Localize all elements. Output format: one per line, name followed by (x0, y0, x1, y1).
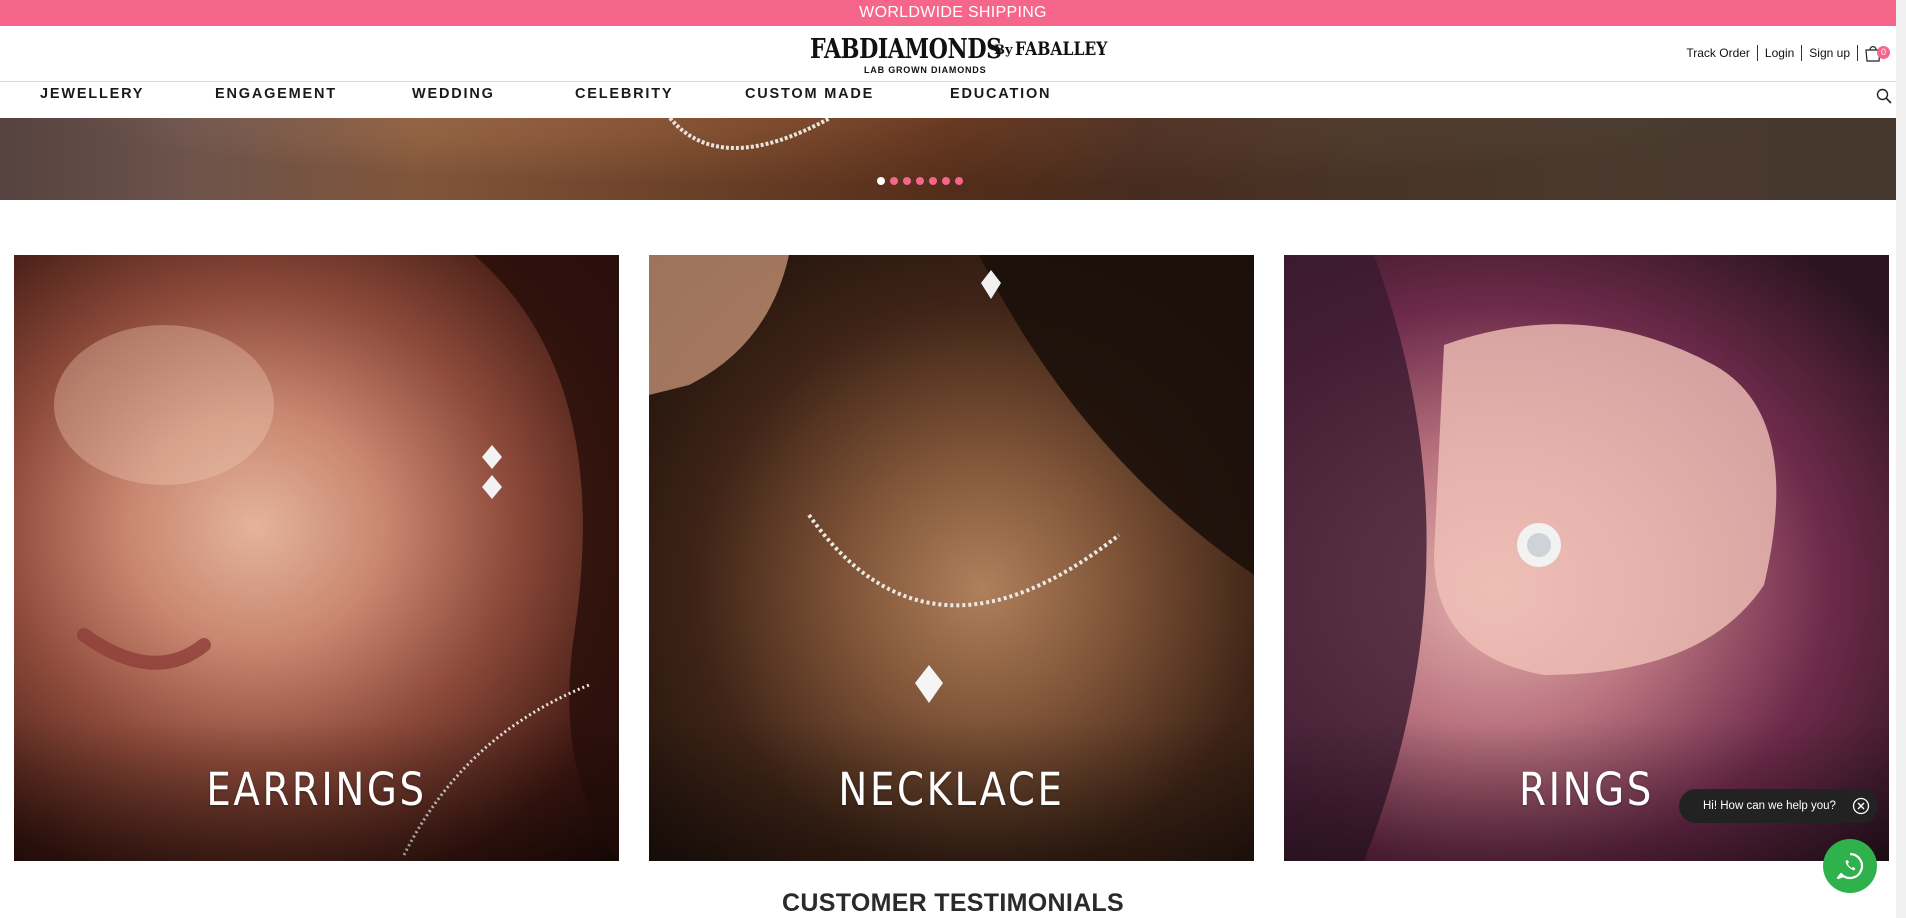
testimonials-heading: CUSTOMER TESTIMONIALS (782, 889, 1124, 917)
nav-item-custom-made[interactable]: CUSTOM MADE (745, 82, 874, 118)
carousel-dot[interactable] (929, 177, 937, 185)
brand-logo[interactable]: FABDIAMONDS By FABALLEY LAB GROWN DIAMON… (810, 34, 1107, 75)
track-order-link[interactable]: Track Order (1679, 46, 1757, 60)
nav-item-engagement[interactable]: ENGAGEMENT (215, 82, 337, 118)
login-link[interactable]: Login (1758, 46, 1801, 60)
close-icon[interactable] (1852, 797, 1870, 815)
nav-item-celebrity[interactable]: CELEBRITY (575, 82, 673, 118)
cart-count-badge: 0 (1877, 46, 1890, 59)
category-tile-earrings[interactable]: EARRINGS (14, 255, 619, 861)
carousel-dot[interactable] (903, 177, 911, 185)
category-tiles: EARRINGS NECKLACE RINGS (0, 255, 1906, 861)
carousel-dot[interactable] (916, 177, 924, 185)
carousel-dot[interactable] (942, 177, 950, 185)
carousel-dot[interactable] (955, 177, 963, 185)
promo-bar: WORLDWIDE SHIPPING (0, 0, 1906, 26)
category-tile-rings[interactable]: RINGS (1284, 255, 1889, 861)
chat-prompt-bubble[interactable]: Hi! How can we help you? (1679, 789, 1878, 823)
nav-item-jewellery[interactable]: JEWELLERY (40, 82, 144, 118)
promo-text: WORLDWIDE SHIPPING (859, 4, 1047, 21)
search-icon (1876, 88, 1892, 104)
category-label: EARRINGS (206, 763, 427, 816)
nav-item-education[interactable]: EDUCATION (950, 82, 1051, 118)
hero-banner[interactable] (0, 118, 1906, 200)
brand-parent: FABALLEY (1015, 38, 1108, 60)
brand-tagline: LAB GROWN DIAMONDS (864, 65, 987, 75)
brand-by: By (994, 43, 1013, 58)
main-nav: JEWELLERY ENGAGEMENT WEDDING CELEBRITY C… (0, 82, 1906, 118)
nav-item-wedding[interactable]: WEDDING (412, 82, 495, 118)
chat-prompt-text: Hi! How can we help you? (1703, 800, 1836, 812)
page-scrollbar[interactable] (1896, 0, 1906, 918)
divider (1857, 45, 1858, 61)
account-links: Track Order Login Sign up 0 (1679, 44, 1890, 62)
search-button[interactable] (1876, 88, 1894, 106)
necklace-graphic (668, 118, 831, 150)
hero-image (0, 118, 1906, 200)
category-label: NECKLACE (838, 763, 1065, 816)
whatsapp-icon (1836, 852, 1864, 880)
signup-link[interactable]: Sign up (1802, 46, 1857, 60)
carousel-dot[interactable] (890, 177, 898, 185)
brand-name: FABDIAMONDS (810, 34, 1002, 65)
whatsapp-chat-button[interactable] (1823, 839, 1877, 893)
cart-button[interactable]: 0 (1864, 44, 1890, 62)
carousel-dot[interactable] (877, 177, 885, 185)
site-header: FABDIAMONDS By FABALLEY LAB GROWN DIAMON… (0, 26, 1906, 82)
carousel-dots (877, 177, 963, 185)
category-tile-necklace[interactable]: NECKLACE (649, 255, 1254, 861)
